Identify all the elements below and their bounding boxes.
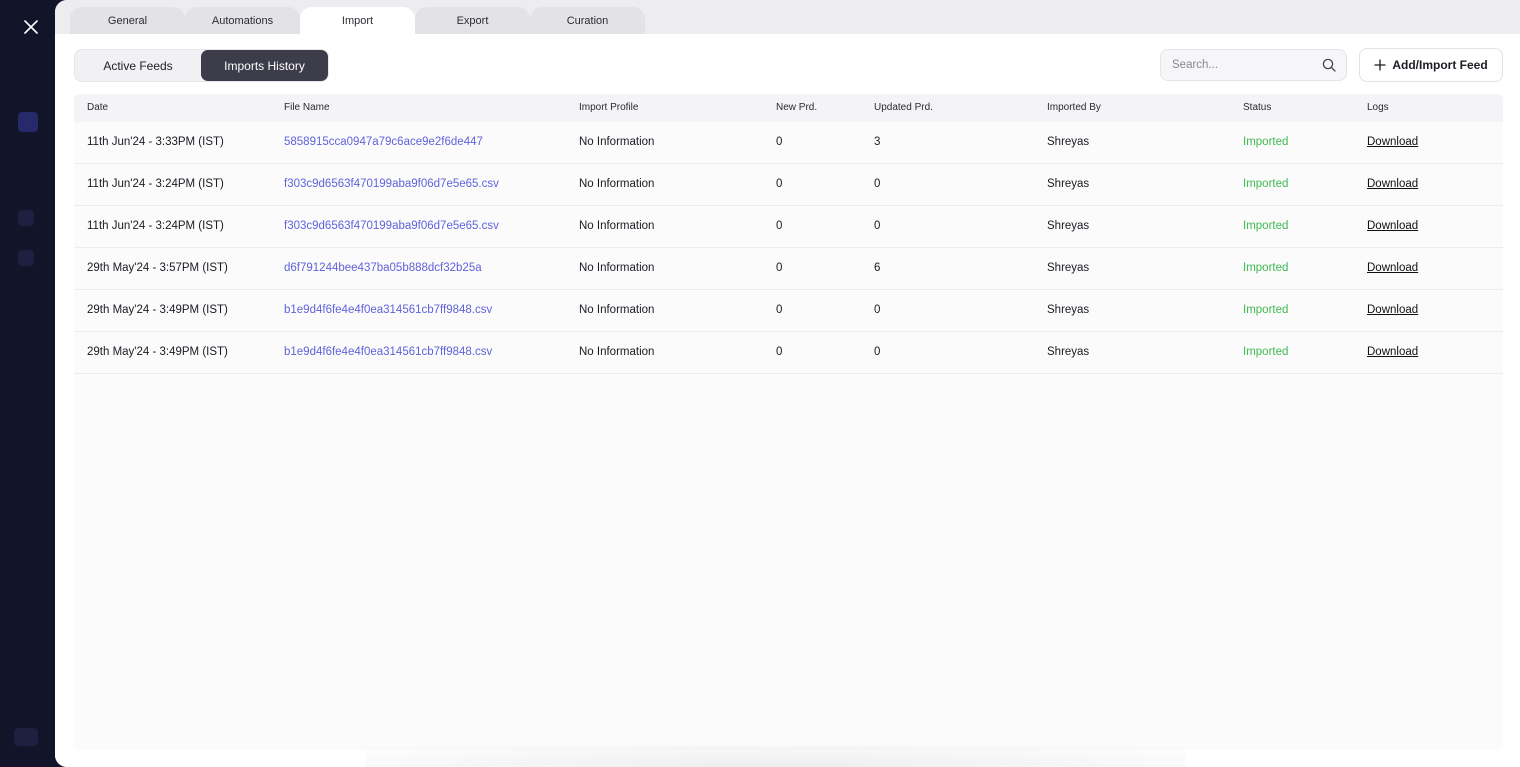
column-status: Status <box>1243 102 1272 113</box>
row-imported-by: Shreyas <box>1047 346 1090 358</box>
row-import-profile: No Information <box>579 262 655 274</box>
row-updated-products: 6 <box>874 262 881 274</box>
row-date: 29th May'24 - 3:49PM (IST) <box>87 304 228 316</box>
bottom-shadow <box>365 746 1185 767</box>
row-file-link[interactable]: 5858915cca0947a79c6ace9e2f6de447 <box>284 122 483 163</box>
active-feeds-tab[interactable]: Active Feeds <box>75 50 201 81</box>
search-box <box>1160 49 1347 81</box>
row-updated-products: 0 <box>874 178 881 190</box>
row-import-profile: No Information <box>579 346 655 358</box>
row-import-profile: No Information <box>579 304 655 316</box>
row-new-products: 0 <box>776 346 783 358</box>
imports-history-table: Date File Name Import Profile New Prd. U… <box>74 94 1503 750</box>
row-new-products: 0 <box>776 304 783 316</box>
row-download-link[interactable]: Download <box>1367 164 1418 205</box>
table-row: 29th May'24 - 3:49PM (IST) b1e9d4f6fe4e4… <box>74 290 1503 332</box>
close-button[interactable] <box>20 16 42 38</box>
tab-curation[interactable]: Curation <box>530 7 645 34</box>
backdrop-sidebar-item <box>18 210 34 226</box>
table-row: 29th May'24 - 3:57PM (IST) d6f791244bee4… <box>74 248 1503 290</box>
view-toggle: Active Feeds Imports History <box>74 49 329 82</box>
row-new-products: 0 <box>776 220 783 232</box>
row-imported-by: Shreyas <box>1047 262 1090 274</box>
tab-import[interactable]: Import <box>300 7 415 34</box>
row-updated-products: 0 <box>874 220 881 232</box>
row-file-link[interactable]: f303c9d6563f470199aba9f06d7e5e65.csv <box>284 206 499 247</box>
row-new-products: 0 <box>776 178 783 190</box>
imports-history-tab[interactable]: Imports History <box>201 50 328 81</box>
import-content: Active Feeds Imports History Add/Import … <box>55 34 1520 767</box>
row-file-link[interactable]: d6f791244bee437ba05b888dcf32b25a <box>284 248 482 289</box>
table-row: 11th Jun'24 - 3:33PM (IST) 5858915cca094… <box>74 122 1503 164</box>
table-row: 29th May'24 - 3:49PM (IST) b1e9d4f6fe4e4… <box>74 332 1503 374</box>
row-imported-by: Shreyas <box>1047 220 1090 232</box>
column-logs: Logs <box>1367 102 1389 113</box>
backdrop-avatar <box>14 728 38 746</box>
row-status: Imported <box>1243 178 1289 190</box>
app-backdrop <box>0 0 55 767</box>
row-status: Imported <box>1243 346 1289 358</box>
tab-automations[interactable]: Automations <box>185 7 300 34</box>
row-date: 29th May'24 - 3:57PM (IST) <box>87 262 228 274</box>
column-imported-by: Imported By <box>1047 102 1101 113</box>
row-date: 11th Jun'24 - 3:24PM (IST) <box>87 220 224 232</box>
table-header: Date File Name Import Profile New Prd. U… <box>74 94 1503 122</box>
row-download-link[interactable]: Download <box>1367 290 1418 331</box>
row-imported-by: Shreyas <box>1047 136 1090 148</box>
row-date: 11th Jun'24 - 3:33PM (IST) <box>87 136 224 148</box>
row-status: Imported <box>1243 304 1289 316</box>
column-import-profile: Import Profile <box>579 102 639 113</box>
column-date: Date <box>87 102 109 113</box>
table-row: 11th Jun'24 - 3:24PM (IST) f303c9d6563f4… <box>74 206 1503 248</box>
row-status: Imported <box>1243 220 1289 232</box>
table-row: 11th Jun'24 - 3:24PM (IST) f303c9d6563f4… <box>74 164 1503 206</box>
row-date: 29th May'24 - 3:49PM (IST) <box>87 346 228 358</box>
row-status: Imported <box>1243 262 1289 274</box>
column-updated-products: Updated Prd. <box>874 102 933 113</box>
row-file-link[interactable]: b1e9d4f6fe4e4f0ea314561cb7ff9848.csv <box>284 332 492 373</box>
settings-modal: General Automations Import Export Curati… <box>55 0 1520 767</box>
row-import-profile: No Information <box>579 136 655 148</box>
row-updated-products: 0 <box>874 346 881 358</box>
row-new-products: 0 <box>776 136 783 148</box>
search-icon[interactable] <box>1322 58 1336 72</box>
row-download-link[interactable]: Download <box>1367 122 1418 163</box>
row-new-products: 0 <box>776 262 783 274</box>
row-import-profile: No Information <box>579 220 655 232</box>
tab-general[interactable]: General <box>70 7 185 34</box>
row-download-link[interactable]: Download <box>1367 206 1418 247</box>
column-new-products: New Prd. <box>776 102 818 113</box>
row-date: 11th Jun'24 - 3:24PM (IST) <box>87 178 224 190</box>
row-updated-products: 0 <box>874 304 881 316</box>
row-file-link[interactable]: b1e9d4f6fe4e4f0ea314561cb7ff9848.csv <box>284 290 492 331</box>
add-import-feed-label: Add/Import Feed <box>1392 58 1488 72</box>
backdrop-sidebar-item <box>18 112 38 132</box>
tab-export[interactable]: Export <box>415 7 530 34</box>
search-input[interactable] <box>1172 50 1312 80</box>
row-imported-by: Shreyas <box>1047 304 1090 316</box>
tab-bar: General Automations Import Export Curati… <box>55 0 1520 34</box>
close-icon <box>24 20 38 34</box>
add-import-feed-button[interactable]: Add/Import Feed <box>1359 48 1503 82</box>
plus-icon <box>1374 59 1386 71</box>
row-download-link[interactable]: Download <box>1367 248 1418 289</box>
row-updated-products: 3 <box>874 136 881 148</box>
column-file-name: File Name <box>284 102 330 113</box>
row-imported-by: Shreyas <box>1047 178 1090 190</box>
row-status: Imported <box>1243 136 1289 148</box>
row-import-profile: No Information <box>579 178 655 190</box>
row-file-link[interactable]: f303c9d6563f470199aba9f06d7e5e65.csv <box>284 164 499 205</box>
row-download-link[interactable]: Download <box>1367 332 1418 373</box>
backdrop-sidebar-item <box>18 250 34 266</box>
